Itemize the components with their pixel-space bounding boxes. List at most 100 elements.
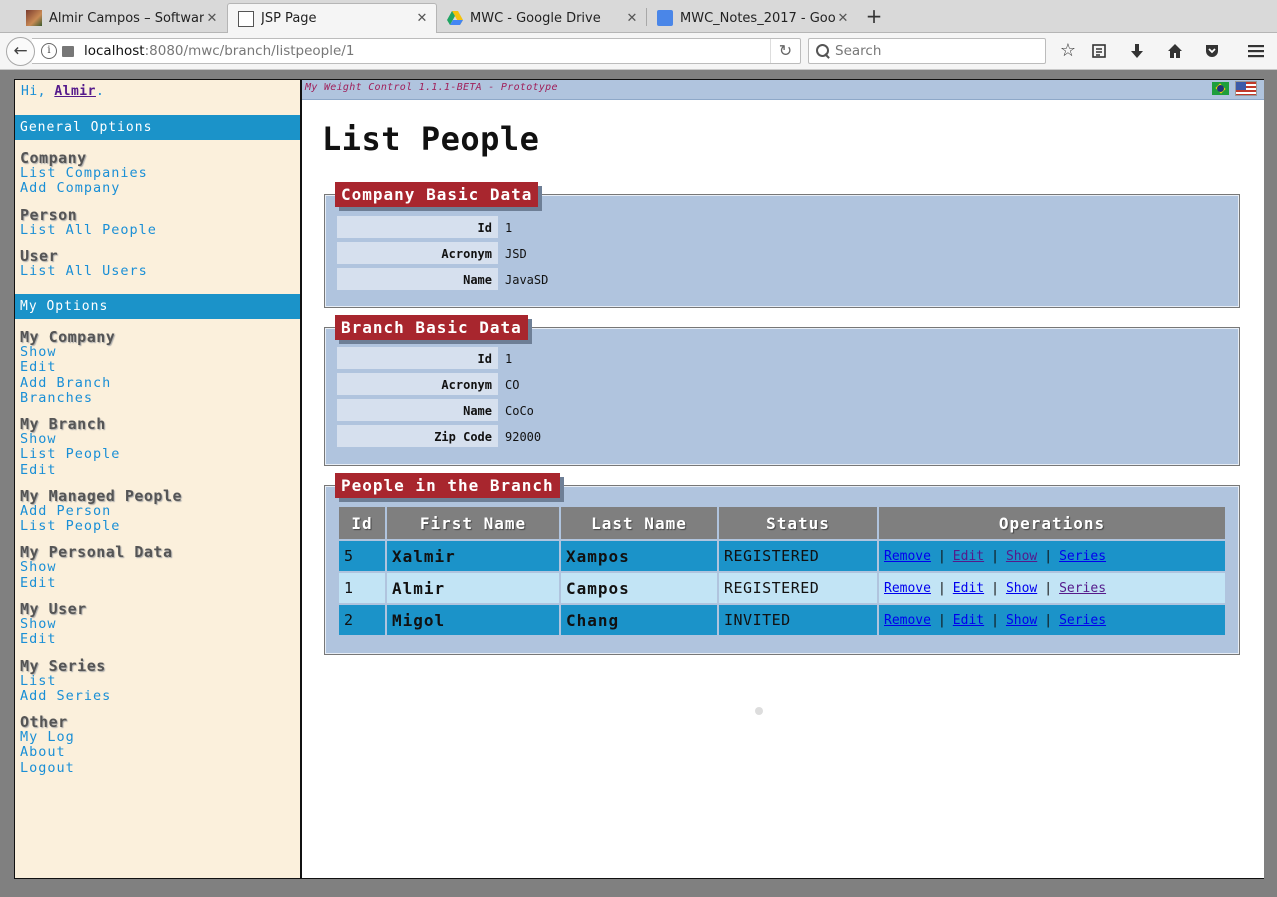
- tab-title: MWC_Notes_2017 - Goog: [680, 10, 835, 26]
- op-separator: |: [1044, 548, 1053, 564]
- sidebar-link-my-branch-show[interactable]: Show: [20, 431, 57, 447]
- info-icon[interactable]: i: [41, 43, 57, 59]
- series-link[interactable]: Series: [1059, 613, 1106, 628]
- sidebar-link-managed-list-people[interactable]: List People: [20, 518, 120, 534]
- remove-link[interactable]: Remove: [884, 613, 931, 628]
- branch-basic-data-legend: Branch Basic Data: [335, 315, 528, 340]
- bookmark-star-icon[interactable]: ☆: [1056, 39, 1080, 63]
- cell-operations: Remove | Edit | Show | Series: [877, 539, 1227, 573]
- cell-operations: Remove | Edit | Show | Series: [877, 571, 1227, 605]
- menu-icon[interactable]: [1244, 39, 1268, 63]
- company-basic-data-panel: Company Basic Data Id 1 Acronym JSD Name…: [324, 182, 1240, 308]
- close-icon[interactable]: ✕: [624, 11, 640, 26]
- page-favicon-icon: [238, 10, 254, 27]
- sidebar-link-add-person[interactable]: Add Person: [20, 503, 111, 519]
- op-separator: |: [1044, 580, 1053, 596]
- edit-link[interactable]: Edit: [953, 613, 984, 628]
- brazil-flag-icon[interactable]: [1212, 82, 1229, 95]
- browser-tab-bar: Almir Campos – Software ✕ JSP Page ✕ MWC…: [0, 0, 1277, 33]
- sidebar-link-about[interactable]: About: [20, 744, 66, 760]
- table-header-row: Id First Name Last Name Status Operation…: [337, 505, 1227, 541]
- op-separator: |: [937, 612, 946, 628]
- google-drive-icon: [447, 10, 463, 26]
- sidebar-link-add-series[interactable]: Add Series: [20, 688, 111, 704]
- company-name-row: Name JavaSD: [337, 268, 548, 292]
- sidebar-link-add-branch[interactable]: Add Branch: [20, 375, 111, 391]
- sidebar-link-my-user-show[interactable]: Show: [20, 616, 57, 632]
- sidebar-link-personal-edit[interactable]: Edit: [20, 575, 57, 591]
- sidebar-link-my-user-edit[interactable]: Edit: [20, 631, 57, 647]
- column-header-id: Id: [337, 505, 387, 541]
- edit-link[interactable]: Edit: [953, 549, 984, 564]
- search-bar[interactable]: [808, 38, 1046, 64]
- series-link[interactable]: Series: [1059, 581, 1106, 596]
- user-link[interactable]: Almir: [54, 84, 96, 99]
- company-acronym-row: Acronym JSD: [337, 242, 527, 266]
- sidebar-link-my-company-show[interactable]: Show: [20, 344, 57, 360]
- branch-id-row: Id 1: [337, 347, 512, 371]
- us-flag-icon[interactable]: [1235, 81, 1257, 96]
- sidebar-link-branches[interactable]: Branches: [20, 390, 93, 406]
- sidebar-link-list-companies[interactable]: List Companies: [20, 165, 148, 181]
- sidebar-link-personal-show[interactable]: Show: [20, 559, 57, 575]
- op-separator: |: [991, 580, 999, 596]
- main-content: My Weight Control 1.1.1-BETA - Prototype…: [302, 79, 1264, 879]
- cell-status: REGISTERED: [717, 539, 879, 573]
- google-docs-icon: [657, 10, 673, 26]
- series-link[interactable]: Series: [1059, 549, 1106, 564]
- column-header-status: Status: [717, 505, 879, 541]
- reading-list-icon[interactable]: [1087, 39, 1111, 63]
- edit-link[interactable]: Edit: [953, 581, 984, 596]
- show-link[interactable]: Show: [1006, 613, 1037, 628]
- home-icon[interactable]: [1163, 39, 1187, 63]
- sidebar-link-add-company[interactable]: Add Company: [20, 180, 120, 196]
- op-separator: |: [991, 612, 999, 628]
- url-bar[interactable]: i localhost:8080/mwc/branch/listpeople/1…: [32, 38, 801, 64]
- sidebar-link-list-all-users[interactable]: List All Users: [20, 263, 148, 279]
- cell-operations: Remove | Edit | Show | Series: [877, 603, 1227, 637]
- sidebar-link-series-list[interactable]: List: [20, 673, 57, 689]
- cell-id: 1: [337, 571, 387, 605]
- sidebar-link-list-all-people[interactable]: List All People: [20, 222, 157, 238]
- greeting-suffix: .: [95, 84, 105, 99]
- remove-link[interactable]: Remove: [884, 581, 931, 596]
- arrow-left-icon: ←: [13, 41, 28, 61]
- field-value: CoCo: [505, 404, 534, 418]
- close-icon[interactable]: ✕: [835, 11, 851, 26]
- op-separator: |: [991, 548, 999, 564]
- tab-almir-campos[interactable]: Almir Campos – Software ✕: [16, 3, 226, 33]
- close-icon[interactable]: ✕: [414, 11, 430, 26]
- tab-mwc-notes[interactable]: MWC_Notes_2017 - Goog ✕: [647, 3, 857, 33]
- cell-status: INVITED: [717, 603, 879, 637]
- greeting-prefix: Hi,: [21, 84, 55, 99]
- company-id-row: Id 1: [337, 216, 512, 240]
- tab-google-drive[interactable]: MWC - Google Drive ✕: [437, 3, 646, 33]
- op-separator: |: [937, 548, 946, 564]
- remove-link[interactable]: Remove: [884, 549, 931, 564]
- close-icon[interactable]: ✕: [204, 11, 220, 26]
- search-icon: [815, 43, 831, 59]
- greeting: Hi, Almir.: [21, 84, 104, 99]
- company-basic-data-legend: Company Basic Data: [335, 182, 539, 207]
- search-input[interactable]: [835, 43, 1035, 59]
- op-separator: |: [1044, 612, 1053, 628]
- sidebar-link-my-branch-list-people[interactable]: List People: [20, 446, 120, 462]
- sidebar-link-my-log[interactable]: My Log: [20, 729, 75, 745]
- sidebar-link-my-company-edit[interactable]: Edit: [20, 359, 57, 375]
- pocket-icon[interactable]: [1200, 39, 1224, 63]
- branch-acronym-row: Acronym CO: [337, 373, 519, 397]
- url-text[interactable]: localhost:8080/mwc/branch/listpeople/1: [84, 43, 770, 59]
- back-button[interactable]: ←: [6, 37, 35, 66]
- tab-jsp-page[interactable]: JSP Page ✕: [227, 3, 437, 33]
- app-header-strip: My Weight Control 1.1.1-BETA - Prototype: [302, 80, 1264, 100]
- show-link[interactable]: Show: [1006, 549, 1037, 564]
- cell-status: REGISTERED: [717, 571, 879, 605]
- sidebar-link-my-branch-edit[interactable]: Edit: [20, 462, 57, 478]
- download-icon[interactable]: [1125, 39, 1149, 63]
- reload-icon[interactable]: ↻: [770, 39, 800, 63]
- my-options-header: My Options: [15, 294, 300, 319]
- new-tab-icon[interactable]: +: [864, 4, 884, 28]
- sidebar-link-logout[interactable]: Logout: [20, 760, 75, 776]
- column-header-operations: Operations: [877, 505, 1227, 541]
- show-link[interactable]: Show: [1006, 581, 1037, 596]
